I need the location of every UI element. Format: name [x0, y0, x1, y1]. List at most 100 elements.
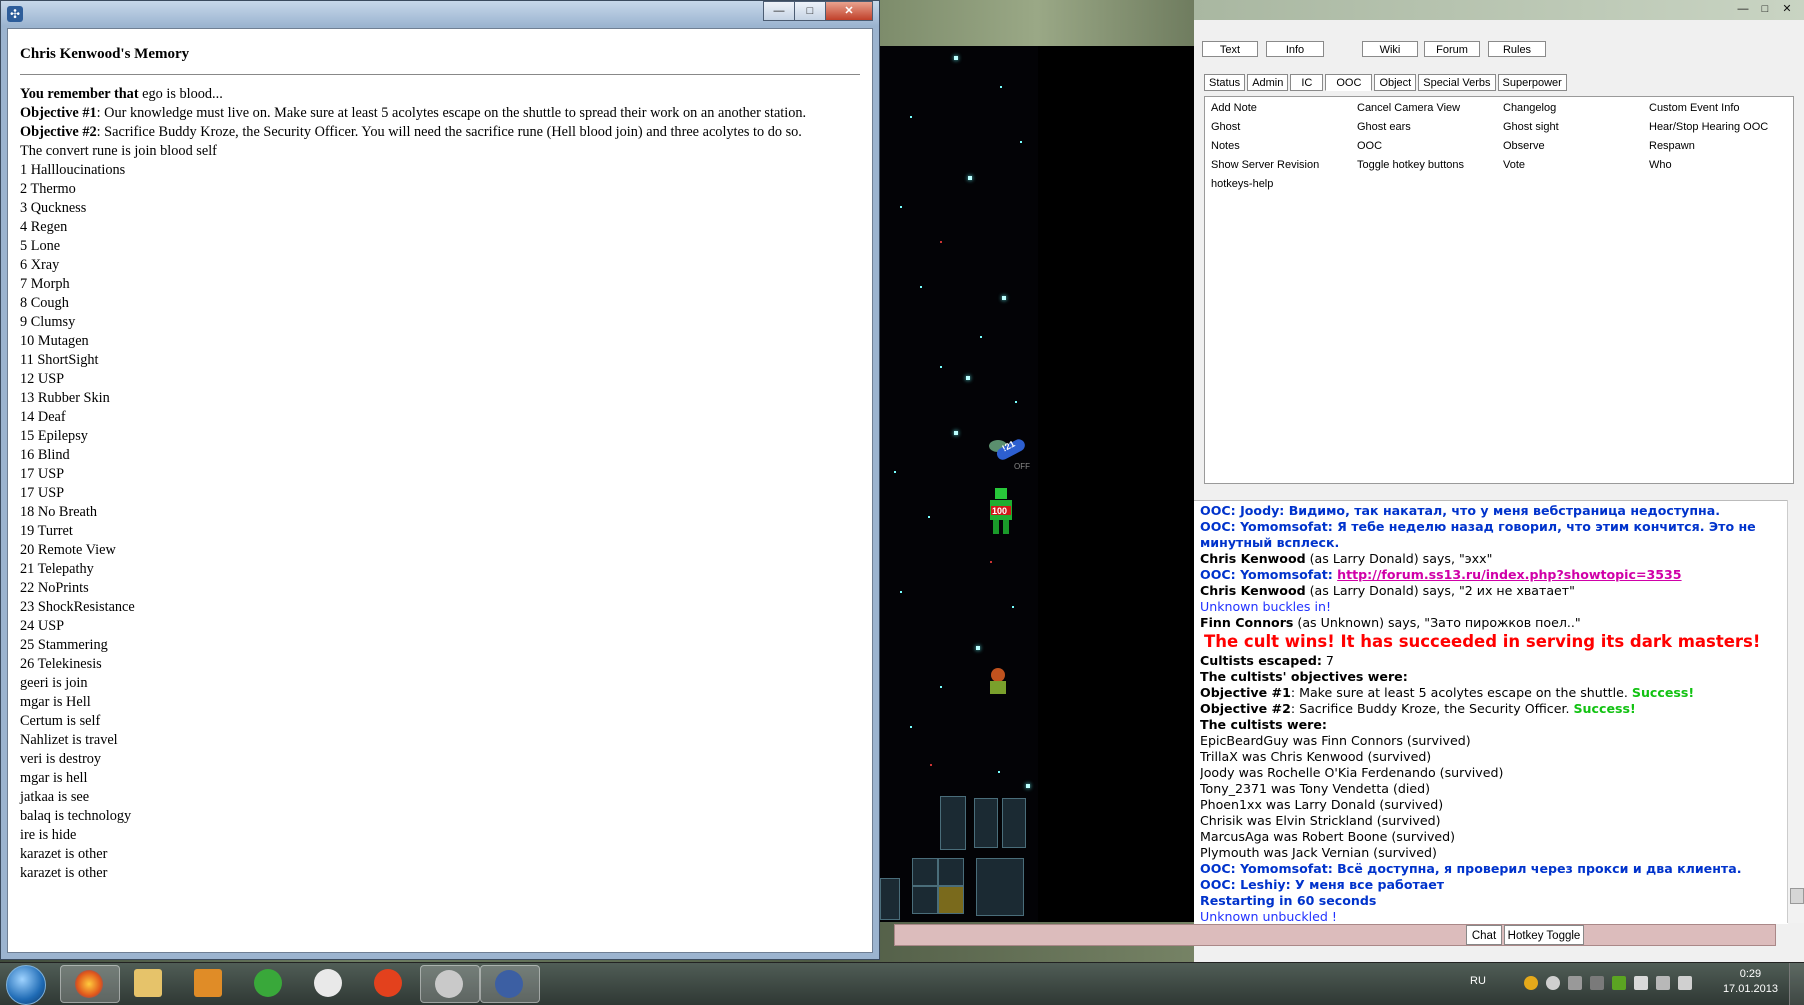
chat-scrollbar[interactable] [1787, 500, 1804, 923]
client-close-button[interactable]: ✕ [1776, 1, 1798, 17]
verb-item[interactable]: Ghost ears [1351, 118, 1497, 137]
clock[interactable]: 0:29 17.01.2013 [1723, 967, 1778, 997]
memory-line: 23 ShockResistance [20, 599, 135, 615]
alert-tray-icon[interactable] [1524, 976, 1538, 990]
rules-button[interactable]: Rules [1488, 41, 1546, 57]
network-tray-icon[interactable] [1656, 976, 1670, 990]
verb-item[interactable]: Cancel Camera View [1351, 99, 1497, 118]
keyboard-tray-icon[interactable] [1568, 976, 1582, 990]
hud-slot-intent-4[interactable] [938, 886, 964, 914]
verb-item[interactable]: OOC [1351, 137, 1497, 156]
hud-slot-intent-3[interactable] [912, 886, 938, 914]
taskbar-steam[interactable] [300, 965, 358, 1001]
scrollbar-thumb[interactable] [1790, 888, 1804, 904]
verb-item[interactable]: Vote [1497, 156, 1643, 175]
steam-icon [314, 969, 342, 997]
nvidia-tray-icon[interactable] [1612, 976, 1626, 990]
language-indicator[interactable]: RU [1470, 975, 1486, 987]
verb-item[interactable]: hotkeys-help [1205, 175, 1351, 194]
volume-tray-icon[interactable] [1678, 976, 1692, 990]
verb-item[interactable]: Hear/Stop Hearing OOC [1643, 118, 1789, 137]
npc-sprite[interactable] [984, 666, 1012, 701]
memory-line: 1 Hallloucinations [20, 162, 126, 178]
tab-special-verbs[interactable]: Special Verbs [1418, 74, 1496, 91]
taskbar-media-player[interactable] [180, 965, 238, 1001]
flag-tray-icon[interactable] [1634, 976, 1648, 990]
verb-item[interactable]: Add Note [1205, 99, 1351, 118]
taskbar-firefox[interactable] [60, 965, 120, 1003]
steam-tray-icon[interactable] [1546, 976, 1560, 990]
info-button[interactable]: Info [1266, 41, 1324, 57]
memory-notes-list: The convert rune is join blood self 1 Hal… [20, 142, 860, 883]
text-button[interactable]: Text [1202, 41, 1258, 57]
game-map-viewport[interactable]: !21 OFF 100 [880, 46, 1038, 922]
wiki-button[interactable]: Wiki [1362, 41, 1418, 57]
verb-item[interactable]: Changelog [1497, 99, 1643, 118]
top-button-bar: Text Info Wiki Forum Rules [1194, 41, 1804, 59]
app-tray-icon[interactable] [1590, 976, 1604, 990]
hud-slot-pocket-1[interactable] [974, 798, 998, 848]
hud-slot-pocket-2[interactable] [1002, 798, 1026, 848]
firefox-icon [75, 970, 103, 998]
show-desktop-button[interactable] [1789, 963, 1804, 1005]
memory-line: jatkaa is see [20, 789, 90, 805]
maximize-button[interactable]: □ [794, 1, 826, 21]
chat-button[interactable]: Chat [1466, 925, 1502, 945]
verb-item[interactable]: Respawn [1643, 137, 1789, 156]
verb-item[interactable]: Notes [1205, 137, 1351, 156]
memory-line: The convert rune is join blood self [20, 143, 217, 159]
chat-input[interactable] [894, 924, 1776, 946]
memory-content-area: Chris Kenwood's Memory You remember that… [7, 28, 873, 953]
tab-object[interactable]: Object [1374, 74, 1417, 91]
verb-item[interactable]: Custom Event Info [1643, 99, 1789, 118]
oxygen-tank-sprite[interactable]: !21 OFF [988, 436, 1030, 477]
verb-item[interactable]: Observe [1497, 137, 1643, 156]
chat-line: Finn Connors (as Unknown) says, "Зато пи… [1200, 615, 1782, 631]
client-minimize-button[interactable]: — [1732, 1, 1754, 17]
tab-admin[interactable]: Admin [1247, 74, 1289, 91]
chat-line: Chris Kenwood (as Larry Donald) says, "2… [1200, 583, 1782, 599]
hud-slot-intent-1[interactable] [912, 858, 938, 886]
verb-item[interactable]: Toggle hotkey buttons [1351, 156, 1497, 175]
clock-time: 0:29 [1739, 968, 1762, 980]
memory-line: Nahlizet is travel [20, 732, 118, 748]
chat-line: The cultists were: [1200, 717, 1327, 732]
client-titlebar[interactable]: — □ ✕ [1194, 0, 1804, 20]
memory-line: 11 ShortSight [20, 352, 99, 368]
taskbar-byond[interactable] [480, 965, 540, 1003]
taskbar-explorer[interactable] [120, 965, 178, 1001]
client-maximize-button[interactable]: □ [1754, 1, 1776, 17]
memory-line: 12 USP [20, 371, 65, 387]
forum-link[interactable]: http://forum.ss13.ru/index.php?showtopic… [1337, 567, 1681, 582]
memory-line: 6 Xray [20, 257, 60, 273]
tab-ic[interactable]: IC [1290, 74, 1324, 91]
memory-line: geeri is join [20, 675, 88, 691]
close-button[interactable]: ✕ [825, 1, 873, 21]
memory-window-titlebar[interactable]: ✣ — □ ✕ [1, 1, 879, 27]
speaker-name: Finn Connors [1200, 615, 1294, 630]
verb-item[interactable]: Who [1643, 156, 1789, 175]
start-button[interactable] [6, 965, 46, 1005]
verb-item[interactable]: Ghost sight [1497, 118, 1643, 137]
hud-slot-suit[interactable] [940, 796, 966, 850]
tab-status[interactable]: Status [1204, 74, 1246, 91]
hud-slot-edge[interactable] [880, 878, 900, 920]
forum-button[interactable]: Forum [1424, 41, 1480, 57]
taskbar-flash[interactable] [360, 965, 418, 1001]
cultist-list: EpicBeardGuy was Finn Connors (survived)… [1200, 733, 1782, 861]
tab-superpower[interactable]: Superpower [1497, 74, 1567, 91]
minimize-button[interactable]: — [763, 1, 795, 21]
hud-slot-intent-2[interactable] [938, 858, 964, 886]
hud-slot-doll[interactable] [976, 858, 1024, 916]
player-character-sprite[interactable]: 100 [986, 486, 1016, 541]
taskbar-speaker-app[interactable] [420, 965, 480, 1003]
chat-line: Objective #2: Sacrifice Buddy Kroze, the… [1200, 701, 1782, 717]
taskbar-utorrent[interactable] [240, 965, 298, 1001]
verb-item[interactable]: Ghost [1205, 118, 1351, 137]
tab-ooc[interactable]: OOC [1325, 74, 1373, 91]
ooc-prefix: OOC: Yomomsofat: [1200, 567, 1338, 582]
verb-item[interactable]: Show Server Revision [1205, 156, 1351, 175]
hotkey-toggle-button[interactable]: Hotkey Toggle [1504, 925, 1584, 945]
memory-line: 20 Remote View [20, 542, 116, 558]
speaker-name: Chris Kenwood [1200, 583, 1306, 598]
